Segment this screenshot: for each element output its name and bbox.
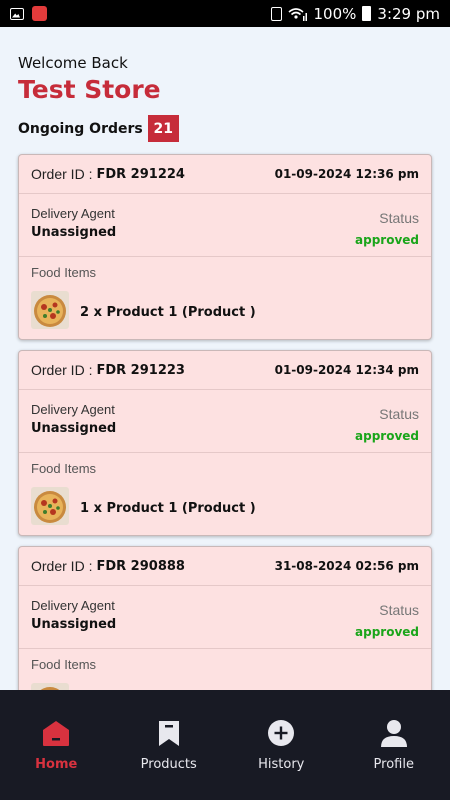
delivery-agent-label: Delivery Agent bbox=[31, 598, 115, 613]
nav-products-label: Products bbox=[140, 757, 197, 772]
order-id: FDR 291224 bbox=[96, 166, 185, 182]
nav-profile-label: Profile bbox=[373, 757, 414, 772]
status-bar: 100% 3:29 pm bbox=[0, 0, 450, 27]
pizza-thumbnail bbox=[31, 487, 69, 525]
bookmark-icon bbox=[158, 721, 179, 746]
main-content[interactable]: Welcome Back Test Store Ongoing Orders 2… bbox=[0, 27, 450, 690]
order-card[interactable]: Order ID : FDR 291224 01-09-2024 12:36 p… bbox=[18, 154, 432, 340]
welcome-text: Welcome Back bbox=[18, 54, 128, 72]
status-label: Status bbox=[379, 406, 419, 422]
order-card[interactable]: Order ID : FDR 290888 31-08-2024 02:56 p… bbox=[18, 546, 432, 690]
store-name: Test Store bbox=[18, 75, 161, 104]
nav-home-label: Home bbox=[35, 757, 78, 772]
pizza-thumbnail bbox=[31, 683, 69, 690]
battery-icon bbox=[362, 6, 372, 21]
order-card[interactable]: Order ID : FDR 291223 01-09-2024 12:34 p… bbox=[18, 350, 432, 536]
food-items-label: Food Items bbox=[31, 461, 97, 476]
wifi-signal-icon bbox=[287, 7, 307, 21]
order-id: FDR 290888 bbox=[96, 558, 185, 574]
status-label: Status bbox=[379, 602, 419, 618]
order-date: 01-09-2024 12:34 pm bbox=[274, 363, 419, 377]
ongoing-orders-header: Ongoing Orders 21 bbox=[18, 115, 179, 142]
order-id-label: Order ID : bbox=[31, 362, 93, 378]
sim-icon bbox=[270, 6, 282, 21]
gallery-icon bbox=[10, 7, 24, 20]
ongoing-orders-label: Ongoing Orders bbox=[18, 120, 143, 137]
nav-profile[interactable]: Profile bbox=[338, 690, 450, 800]
status-value: approved bbox=[355, 625, 419, 639]
nav-products[interactable]: Products bbox=[113, 690, 226, 800]
order-id-label: Order ID : bbox=[31, 558, 93, 574]
order-id: FDR 291223 bbox=[96, 362, 185, 378]
food-items-label: Food Items bbox=[31, 657, 97, 672]
orders-list: Order ID : FDR 291224 01-09-2024 12:36 p… bbox=[18, 154, 432, 690]
order-id-label: Order ID : bbox=[31, 166, 93, 182]
nav-history[interactable]: History bbox=[225, 690, 338, 800]
delivery-agent-value: Unassigned bbox=[31, 617, 117, 632]
delivery-agent-value: Unassigned bbox=[31, 225, 117, 240]
app-notification-icon bbox=[32, 6, 47, 21]
delivery-agent-value: Unassigned bbox=[31, 421, 117, 436]
order-date: 31-08-2024 02:56 pm bbox=[274, 559, 419, 573]
ongoing-orders-count-badge: 21 bbox=[147, 115, 179, 142]
status-value: approved bbox=[355, 429, 419, 443]
battery-percent: 100% bbox=[313, 4, 357, 23]
clock: 3:29 pm bbox=[377, 4, 440, 23]
delivery-agent-label: Delivery Agent bbox=[31, 402, 115, 417]
status-label: Status bbox=[379, 210, 419, 226]
bottom-navigation: Home Products History Profile bbox=[0, 690, 450, 800]
pizza-thumbnail bbox=[31, 291, 69, 329]
food-item: 2 x Product 1 (Product ) bbox=[80, 305, 256, 320]
food-item: 1 x Product 1 (Product ) bbox=[80, 501, 256, 516]
plus-circle-icon bbox=[268, 720, 295, 746]
home-icon bbox=[43, 721, 70, 746]
nav-home[interactable]: Home bbox=[0, 690, 113, 800]
person-icon bbox=[380, 720, 407, 747]
food-items-label: Food Items bbox=[31, 265, 97, 280]
status-value: approved bbox=[355, 233, 419, 247]
delivery-agent-label: Delivery Agent bbox=[31, 206, 115, 221]
order-date: 01-09-2024 12:36 pm bbox=[274, 167, 419, 181]
nav-history-label: History bbox=[258, 757, 305, 772]
